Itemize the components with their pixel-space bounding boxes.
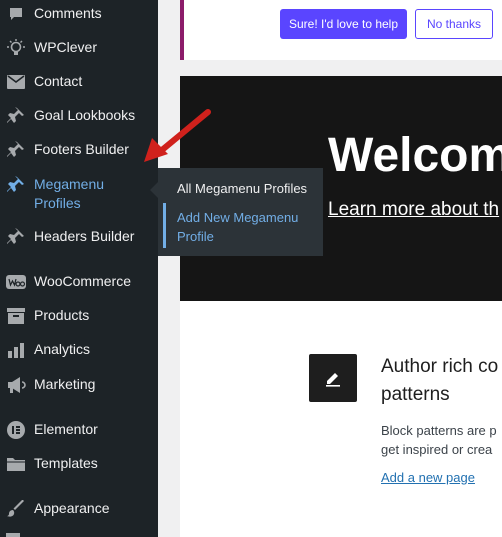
sidebar-item-label: Templates (34, 455, 98, 471)
pin-icon (6, 140, 26, 160)
sidebar-item-label: Appearance (34, 500, 110, 516)
submenu-item-label: Add New Megamenu (177, 210, 299, 225)
pin-icon (6, 175, 26, 195)
edit-icon (309, 354, 357, 402)
sidebar-item-label: Analytics (34, 341, 91, 357)
submenu-item-add-new-profile[interactable]: Add New Megamenu Profile (177, 208, 298, 246)
accept-button[interactable]: Sure! I'd love to help (280, 9, 407, 39)
bar-chart-icon (6, 340, 26, 360)
learn-more-link[interactable]: Learn more about th (328, 199, 499, 221)
sidebar-item-goal-lookbooks[interactable]: Goal Lookbooks (0, 106, 158, 128)
panel-title-line2: patterns (381, 384, 450, 405)
sidebar-item-label: Goal Lookbooks (34, 107, 136, 123)
elementor-icon (6, 420, 26, 440)
add-new-page-link[interactable]: Add a new page (381, 470, 475, 485)
sidebar-item-label: WooCommerce (34, 273, 131, 289)
megaphone-icon (6, 375, 26, 395)
panel-description: Block patterns are p get inspired or cre… (381, 421, 502, 459)
sidebar-item-elementor[interactable]: Elementor (0, 420, 158, 442)
sidebar-item-contact[interactable]: Contact (0, 72, 158, 94)
sidebar-item-wpclever[interactable]: WPClever (0, 38, 158, 60)
folder-icon (6, 454, 26, 474)
sidebar-item-analytics[interactable]: Analytics (0, 340, 158, 362)
welcome-title: Welcom (328, 129, 502, 182)
sidebar-item-products[interactable]: Products (0, 306, 158, 328)
sidebar-item-label: Marketing (34, 376, 96, 392)
megamenu-flyout-submenu: All Megamenu Profiles Add New Megamenu P… (150, 168, 323, 256)
next-menu-item-icon-partial (6, 533, 20, 537)
main-content: Sure! I'd love to help No thanks Welcom … (158, 0, 502, 537)
sidebar-item-label: Elementor (34, 421, 98, 437)
submenu-item-all-profiles[interactable]: All Megamenu Profiles (177, 179, 307, 198)
sidebar-item-marketing[interactable]: Marketing (0, 375, 158, 397)
tracking-notice: Sure! I'd love to help No thanks (180, 0, 502, 60)
pin-icon (6, 227, 26, 247)
welcome-panel-column: Author rich co patterns Block patterns a… (180, 301, 502, 537)
sidebar-item-headers-builder[interactable]: Headers Builder (0, 227, 158, 249)
sidebar-item-footers-builder[interactable]: Footers Builder (0, 140, 158, 162)
sidebar-item-label: Comments (34, 5, 102, 21)
lightbulb-icon (6, 38, 26, 58)
woo-icon (6, 272, 26, 292)
submenu-item-label-line2: Profile (177, 229, 214, 244)
sidebar-item-label: Contact (34, 73, 83, 89)
sidebar-item-label: Products (34, 307, 90, 323)
decline-button[interactable]: No thanks (415, 9, 493, 39)
sidebar-item-templates[interactable]: Templates (0, 454, 158, 476)
envelope-icon (6, 72, 26, 92)
sidebar-item-appearance[interactable]: Appearance (0, 499, 158, 521)
annotation-arrow-icon (144, 109, 211, 162)
comments-icon (6, 4, 26, 24)
sidebar-item-label: Megamenu (34, 176, 105, 192)
sidebar-item-comments[interactable]: Comments (0, 4, 158, 26)
pin-icon (6, 106, 26, 126)
sidebar-item-woocommerce[interactable]: WooCommerce (0, 272, 158, 294)
submenu-active-indicator (163, 203, 166, 248)
panel-description-line1: Block patterns are p (381, 423, 497, 438)
panel-title: Author rich co patterns (381, 353, 502, 409)
sidebar-item-label-line2: Profiles (34, 195, 81, 211)
panel-title-line1: Author rich co (381, 356, 499, 377)
brush-icon (6, 499, 26, 519)
sidebar-item-label: WPClever (34, 39, 98, 55)
panel-description-line2: get inspired or crea (381, 442, 493, 457)
admin-sidebar: Comments WPClever Contact Goal Lookbooks… (0, 0, 158, 537)
archive-icon (6, 306, 26, 326)
sidebar-item-label: Headers Builder (34, 228, 135, 244)
sidebar-item-label: Footers Builder (34, 141, 129, 157)
sidebar-item-megamenu-profiles[interactable]: Megamenu Profiles (0, 174, 158, 216)
